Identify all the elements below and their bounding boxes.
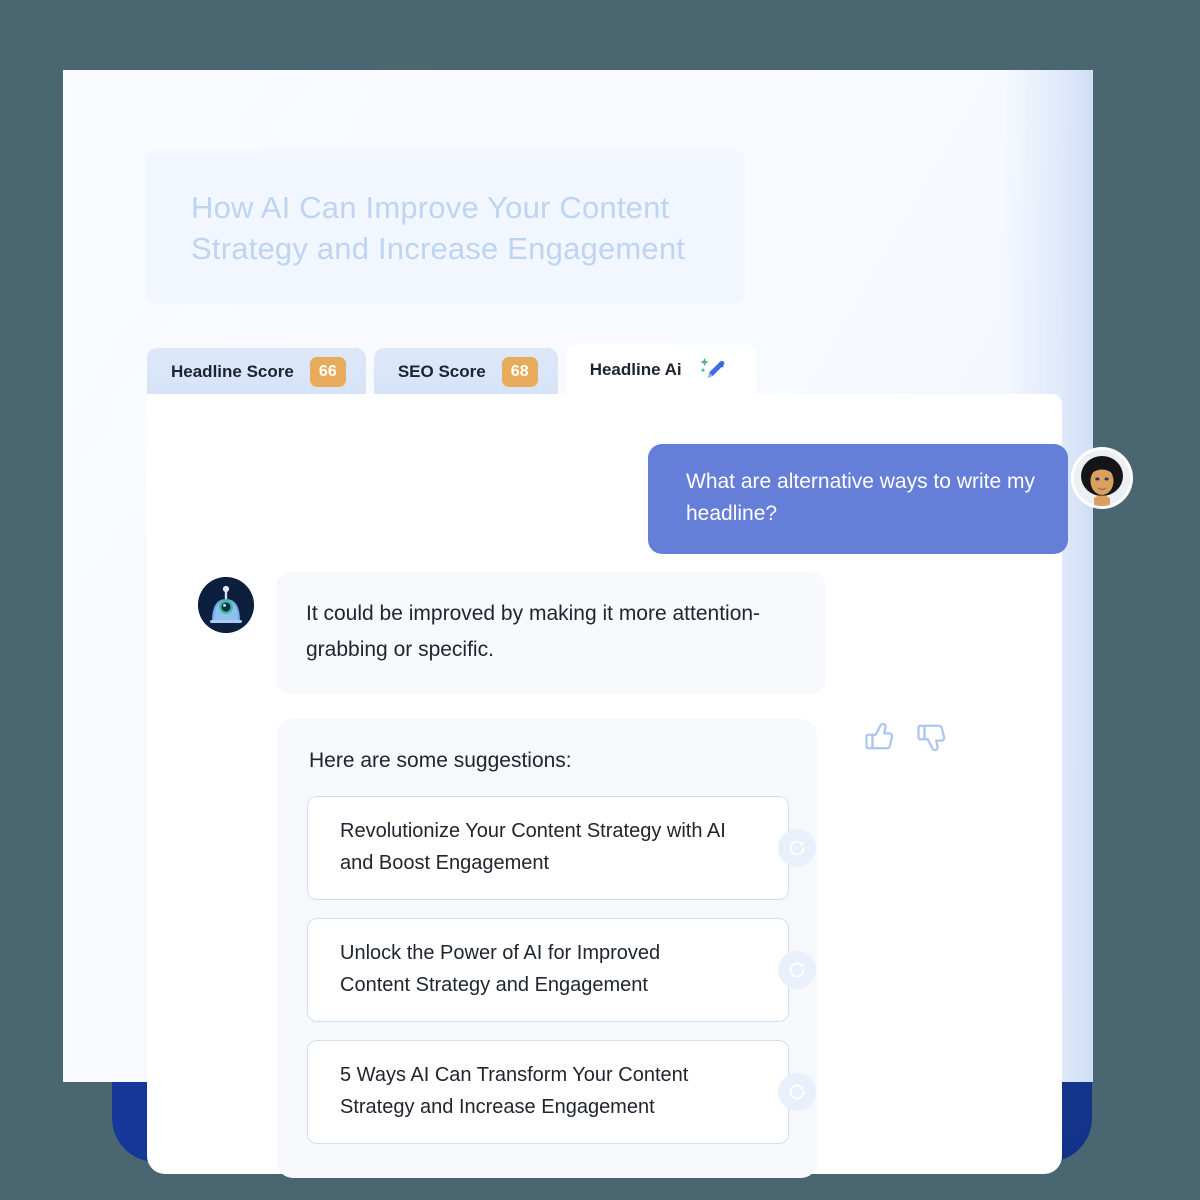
tab-headline-ai-label: Headline Ai xyxy=(589,360,682,379)
headline-score-badge: 66 xyxy=(309,357,346,387)
headline-ai-chat-card: What are alternative ways to write my he… xyxy=(147,394,1130,1178)
tab-headline-ai[interactable]: Headline Ai xyxy=(565,344,756,396)
tab-seo-score-label: SEO Score xyxy=(397,362,486,381)
document-headline-box: How AI Can Improve Your Content Strategy… xyxy=(145,149,745,304)
user-message-bubble: What are alternative ways to write my he… xyxy=(648,444,1068,554)
suggestion-text: Revolutionize Your Content Strategy with… xyxy=(340,820,726,874)
tab-bar: Headline Score 66 SEO Score 68 Headline … xyxy=(147,344,764,396)
ai-message-row: It could be improved by making it more a… xyxy=(198,572,826,694)
tab-headline-score-label: Headline Score xyxy=(171,362,294,381)
suggestion-text: Unlock the Power of AI for Improved Cont… xyxy=(340,942,661,996)
user-avatar xyxy=(1074,450,1130,506)
suggestions-title: Here are some suggestions: xyxy=(309,749,572,772)
thumbs-down-icon[interactable] xyxy=(914,719,950,755)
regenerate-icon[interactable] xyxy=(778,829,816,867)
ai-bot-avatar xyxy=(198,577,254,633)
regenerate-icon[interactable] xyxy=(778,1073,816,1111)
ai-message-bubble: It could be improved by making it more a… xyxy=(276,572,826,694)
thumbs-up-icon[interactable] xyxy=(862,719,898,755)
regenerate-icon[interactable] xyxy=(778,951,816,989)
screenshot-stage: How AI Can Improve Your Content Strategy… xyxy=(0,0,1200,1200)
tab-headline-score[interactable]: Headline Score 66 xyxy=(147,348,366,396)
page-title: How AI Can Improve Your Content Strategy… xyxy=(191,190,686,266)
suggestion-text: 5 Ways AI Can Transform Your Content Str… xyxy=(340,1064,689,1118)
tab-seo-score[interactable]: SEO Score 68 xyxy=(373,348,558,396)
magic-wand-icon xyxy=(698,355,728,385)
feedback-controls xyxy=(862,719,950,755)
seo-score-badge: 68 xyxy=(501,357,538,387)
suggestion-item[interactable]: 5 Ways AI Can Transform Your Content Str… xyxy=(307,1040,816,1144)
suggestion-item[interactable]: Unlock the Power of AI for Improved Cont… xyxy=(307,918,816,1022)
suggestion-item[interactable]: Revolutionize Your Content Strategy with… xyxy=(307,796,816,900)
suggestions-panel: Here are some suggestions: Revolutionize… xyxy=(277,719,817,1178)
user-message-row: What are alternative ways to write my he… xyxy=(648,444,1130,554)
